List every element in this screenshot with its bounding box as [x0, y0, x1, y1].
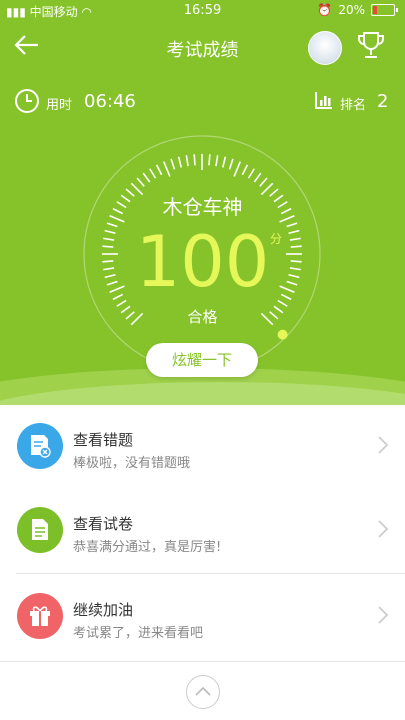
time-value: 06:46	[84, 91, 136, 112]
gauge-tick	[170, 158, 176, 170]
rank-label: 排名	[340, 98, 367, 113]
page-title: 考试成绩	[166, 40, 239, 61]
menu-icon-bg	[17, 423, 63, 469]
gauge-tick	[233, 161, 242, 177]
gauge-tick	[208, 154, 211, 166]
avatar[interactable]	[308, 31, 342, 65]
battery-percent: 20%	[338, 3, 365, 17]
score-value: 100	[135, 221, 270, 303]
nav-bar: 考试成绩	[0, 22, 405, 72]
scroll-up-button[interactable]	[186, 675, 220, 709]
wrong-questions-icon	[31, 435, 51, 458]
gauge-tick	[247, 168, 255, 179]
divider	[16, 573, 405, 574]
status-right: ⏰ 20%	[317, 3, 398, 17]
gauge-tick	[142, 172, 151, 183]
rank-chart-icon	[314, 90, 334, 114]
battery-icon	[371, 4, 398, 16]
menu-item-subtitle: 恭喜满分通过，真是厉害!	[73, 540, 222, 555]
menu-item-subtitle: 考试累了，进来看看吧	[73, 626, 204, 641]
gauge-tick	[228, 158, 234, 170]
gauge-tick	[136, 177, 145, 187]
gauge-tick	[162, 161, 171, 177]
gauge-tick	[185, 155, 189, 167]
gift-icon	[30, 606, 50, 626]
menu-icon-bg	[17, 507, 63, 553]
verdict: 合格	[187, 308, 218, 326]
menu-item-title: 查看错题	[73, 431, 134, 449]
menu-item-view-paper[interactable]: 查看试卷 恭喜满分通过，真是厉害!	[0, 489, 405, 573]
chevron-right-icon	[378, 436, 389, 454]
gauge-tick	[259, 177, 268, 187]
status-bar: ▮▮▮ 中国移动 ◠ 16:59 ⏰ 20%	[0, 0, 405, 22]
menu-item-keep-going[interactable]: 继续加油 考试累了，进来看看吧	[0, 575, 405, 659]
divider	[0, 661, 405, 662]
menu-item-title: 继续加油	[73, 601, 134, 619]
stats-row: 用时 06:46 排名 2	[0, 86, 405, 116]
trophy-icon[interactable]	[356, 30, 386, 66]
chevron-right-icon	[378, 606, 389, 624]
menu-item-wrong-questions[interactable]: 查看错题 棒极啦，没有错题哦	[0, 405, 405, 489]
gauge-tick	[221, 156, 227, 168]
gauge-tick	[215, 155, 219, 167]
clock-icon	[14, 88, 40, 118]
gauge-tick	[155, 164, 163, 176]
paper-icon	[32, 519, 48, 540]
time-label: 用时	[46, 98, 73, 113]
user-name: 木仓车神	[162, 195, 243, 219]
menu-icon-bg	[17, 593, 63, 639]
menu-item-title: 查看试卷	[73, 515, 134, 533]
gauge-tick	[177, 156, 183, 168]
gauge-tick	[241, 164, 249, 176]
rank-value: 2	[377, 91, 389, 112]
chevron-right-icon	[378, 520, 389, 538]
alarm-icon: ⏰	[317, 3, 333, 17]
share-button[interactable]: 炫耀一下	[146, 343, 258, 377]
chevron-up-icon	[195, 686, 211, 696]
menu-item-subtitle: 棒极啦，没有错题哦	[73, 456, 191, 471]
gauge-marker	[277, 329, 288, 340]
score-unit: 分	[270, 232, 283, 246]
gauge-tick	[193, 154, 196, 166]
gauge-tick	[253, 172, 262, 183]
gauge-tick	[149, 168, 157, 179]
